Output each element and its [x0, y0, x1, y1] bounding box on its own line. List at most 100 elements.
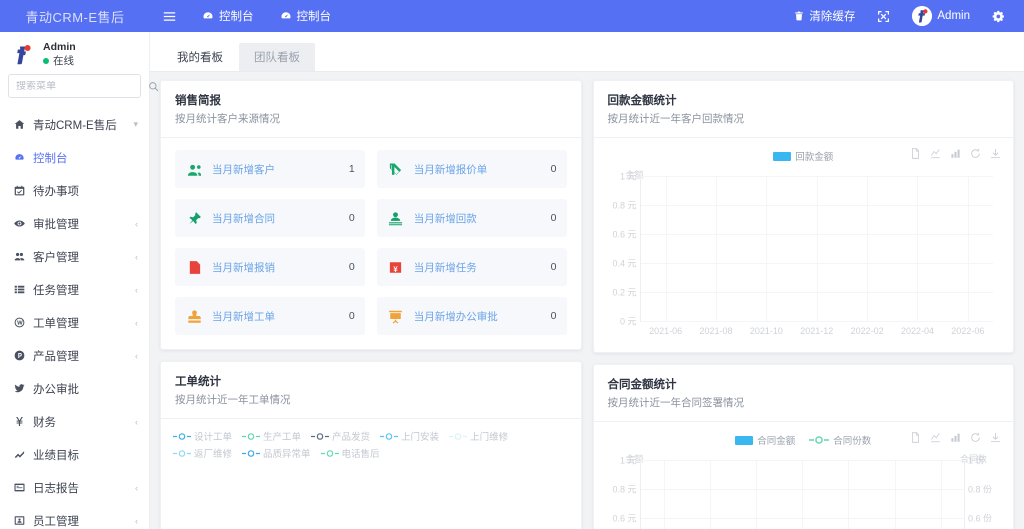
- stat-card-1[interactable]: 当月新增报价单0: [377, 150, 567, 188]
- clear-cache-button[interactable]: 清除缓存: [783, 0, 866, 32]
- download-icon[interactable]: [990, 432, 1001, 443]
- user-menu-button[interactable]: Admin: [901, 0, 981, 32]
- main-region: 我的看板 团队看板 销售简报 按月统计客户来源情况 当月新增客户1当月新增报价单…: [150, 32, 1024, 529]
- gridline-v: [710, 460, 711, 529]
- plot-area: 2021-062021-082021-102021-122022-022022-…: [640, 176, 994, 322]
- tab-my-board[interactable]: 我的看板: [162, 43, 238, 71]
- stat-card-6[interactable]: 当月新增工单0: [175, 297, 365, 335]
- contract-amount-chart[interactable]: 合同金额合同份数金额合同数2021-062021-082021-102021-1…: [606, 432, 1002, 529]
- pie-legend-item-3[interactable]: 上门安装: [380, 429, 439, 443]
- tab-team-board[interactable]: 团队看板: [239, 43, 315, 71]
- card-subtitle: 按月统计近一年合同签署情况: [608, 395, 1000, 412]
- chart-up-icon: [13, 449, 26, 460]
- fullscreen-button[interactable]: [866, 0, 901, 32]
- sidebar-item-label: 员工管理: [33, 513, 128, 529]
- gridline-v: [666, 176, 667, 321]
- search-box[interactable]: [8, 74, 141, 98]
- sidebar-item-3[interactable]: 审批管理‹: [0, 207, 149, 240]
- card-title: 合同金额统计: [608, 377, 1000, 393]
- sidebar-item-11[interactable]: 日志报告‹: [0, 471, 149, 504]
- pie-chart[interactable]: 设计工单: 0 (0%)生产工单: 0 (0%)品质异常单: 0 (0%)电话售…: [171, 470, 571, 529]
- search-input[interactable]: [16, 81, 148, 92]
- sidebar-item-9[interactable]: 财务‹: [0, 405, 149, 438]
- chevron-icon: ‹: [135, 252, 138, 262]
- stat-label: 当月新增办公审批: [414, 309, 542, 324]
- gridline-v: [817, 176, 818, 321]
- line-chart-icon[interactable]: [930, 148, 941, 159]
- y-tick-label: 0 元: [620, 315, 637, 328]
- pie-legend-item-7[interactable]: 电话售后: [321, 446, 380, 460]
- legend-item-1[interactable]: 合同份数: [809, 433, 871, 447]
- card-body: 当月新增客户1 当月新增报价单0 当月新增合同0 当月新增回款0 当月新增报销0 当月新增…: [161, 138, 581, 349]
- sidebar-item-label: 客户管理: [33, 249, 128, 265]
- pie-legend-item-2[interactable]: 产品发货: [311, 429, 370, 443]
- pie-legend-item-5[interactable]: 返厂维修: [173, 446, 232, 460]
- legend-label: 回款金额: [795, 149, 833, 163]
- gridline-v: [664, 460, 665, 529]
- card-payment-amount-stats: 回款金额统计 按月统计近一年客户回款情况 回款金额金额2021-062021-0…: [593, 80, 1015, 353]
- bird-icon: [13, 383, 26, 394]
- stat-card-4[interactable]: 当月新增报销0: [175, 248, 365, 286]
- y-tick-label: 1 元: [620, 454, 637, 467]
- chart-toolbox: [910, 432, 1001, 443]
- stat-card-0[interactable]: 当月新增客户1: [175, 150, 365, 188]
- card-subtitle: 按月统计近一年工单情况: [175, 392, 567, 409]
- stat-card-3[interactable]: 当月新增回款0: [377, 199, 567, 237]
- sidebar-item-label: 任务管理: [33, 282, 128, 298]
- restore-icon[interactable]: [970, 148, 981, 159]
- stat-card-5[interactable]: 当月新增任务0: [377, 248, 567, 286]
- x-tick-label: 2022-02: [851, 326, 884, 336]
- sidebar-item-label: 办公审批: [33, 381, 138, 397]
- sidebar-collapse-button[interactable]: [150, 0, 189, 32]
- legend-label: 设计工单: [194, 429, 232, 443]
- legend-bar-marker-icon: [773, 152, 791, 161]
- dashboard-left-column: 销售简报 按月统计客户来源情况 当月新增客户1当月新增报价单0当月新增合同0当月…: [160, 80, 582, 529]
- card-body: 设计工单生产工单产品发货 上门安装上门维修返厂维修品质异常单电话售后 设计工单: …: [161, 419, 581, 529]
- line-chart-icon[interactable]: [930, 432, 941, 443]
- topbar-item-console-2[interactable]: 控制台: [267, 0, 345, 32]
- gridline-h: [641, 321, 994, 322]
- stat-card-7[interactable]: 当月新增办公审批 0: [377, 297, 567, 335]
- sidebar-item-8[interactable]: 办公审批: [0, 372, 149, 405]
- pie-legend-item-1[interactable]: 生产工单: [242, 429, 301, 443]
- stat-card-2[interactable]: 当月新增合同0: [175, 199, 365, 237]
- gridline-v: [756, 460, 757, 529]
- legend-item-0[interactable]: 回款金额: [773, 149, 833, 163]
- bar-chart-icon[interactable]: [950, 432, 961, 443]
- data-view-icon[interactable]: [910, 432, 921, 443]
- settings-button[interactable]: [981, 0, 1016, 32]
- sidebar-item-12[interactable]: 员工管理‹: [0, 504, 149, 529]
- legend-label: 合同金额: [757, 433, 795, 447]
- sidebar-item-0[interactable]: 青动CRM-E售后▾: [0, 108, 149, 141]
- legend-item-0[interactable]: 合同金额: [735, 433, 795, 447]
- sidebar-item-label: 青动CRM-E售后: [33, 117, 126, 133]
- dashboard-icon: [13, 152, 26, 163]
- sidebar-item-4[interactable]: 客户管理 ‹: [0, 240, 149, 273]
- sidebar-user-block[interactable]: Admin 在线: [0, 32, 149, 74]
- legend-label: 上门安装: [401, 429, 439, 443]
- sidebar-item-1[interactable]: 控制台: [0, 141, 149, 174]
- office-approval-icon: [387, 307, 405, 325]
- chart-toolbox: [910, 148, 1001, 159]
- sidebar-item-5[interactable]: 任务管理‹: [0, 273, 149, 306]
- gridline-v: [766, 176, 767, 321]
- restore-icon[interactable]: [970, 432, 981, 443]
- pie-legend: 设计工单生产工单产品发货 上门安装上门维修返厂维修品质异常单电话售后: [171, 429, 571, 460]
- x-tick-label: 2021-06: [649, 326, 682, 336]
- pie-legend-item-6[interactable]: 品质异常单: [242, 446, 311, 460]
- sidebar-item-6[interactable]: 工单管理‹: [0, 306, 149, 339]
- sidebar-item-7[interactable]: 产品管理‹: [0, 339, 149, 372]
- pie-legend-item-4[interactable]: 上门维修: [449, 429, 508, 443]
- payment-amount-chart[interactable]: 回款金额金额2021-062021-082021-102021-122022-0…: [606, 148, 1002, 344]
- pie-legend-item-0[interactable]: 设计工单: [173, 429, 232, 443]
- stat-value: 0: [551, 310, 557, 322]
- sidebar-item-10[interactable]: 业绩目标: [0, 438, 149, 471]
- tab-bar: 我的看板 团队看板: [150, 32, 1024, 72]
- fullscreen-icon: [877, 10, 890, 23]
- download-icon[interactable]: [990, 148, 1001, 159]
- topbar-item-console-1[interactable]: 控制台: [189, 0, 267, 32]
- sidebar-item-2[interactable]: 待办事项: [0, 174, 149, 207]
- bar-chart-icon[interactable]: [950, 148, 961, 159]
- data-view-icon[interactable]: [910, 148, 921, 159]
- x-tick-label: 2021-08: [700, 326, 733, 336]
